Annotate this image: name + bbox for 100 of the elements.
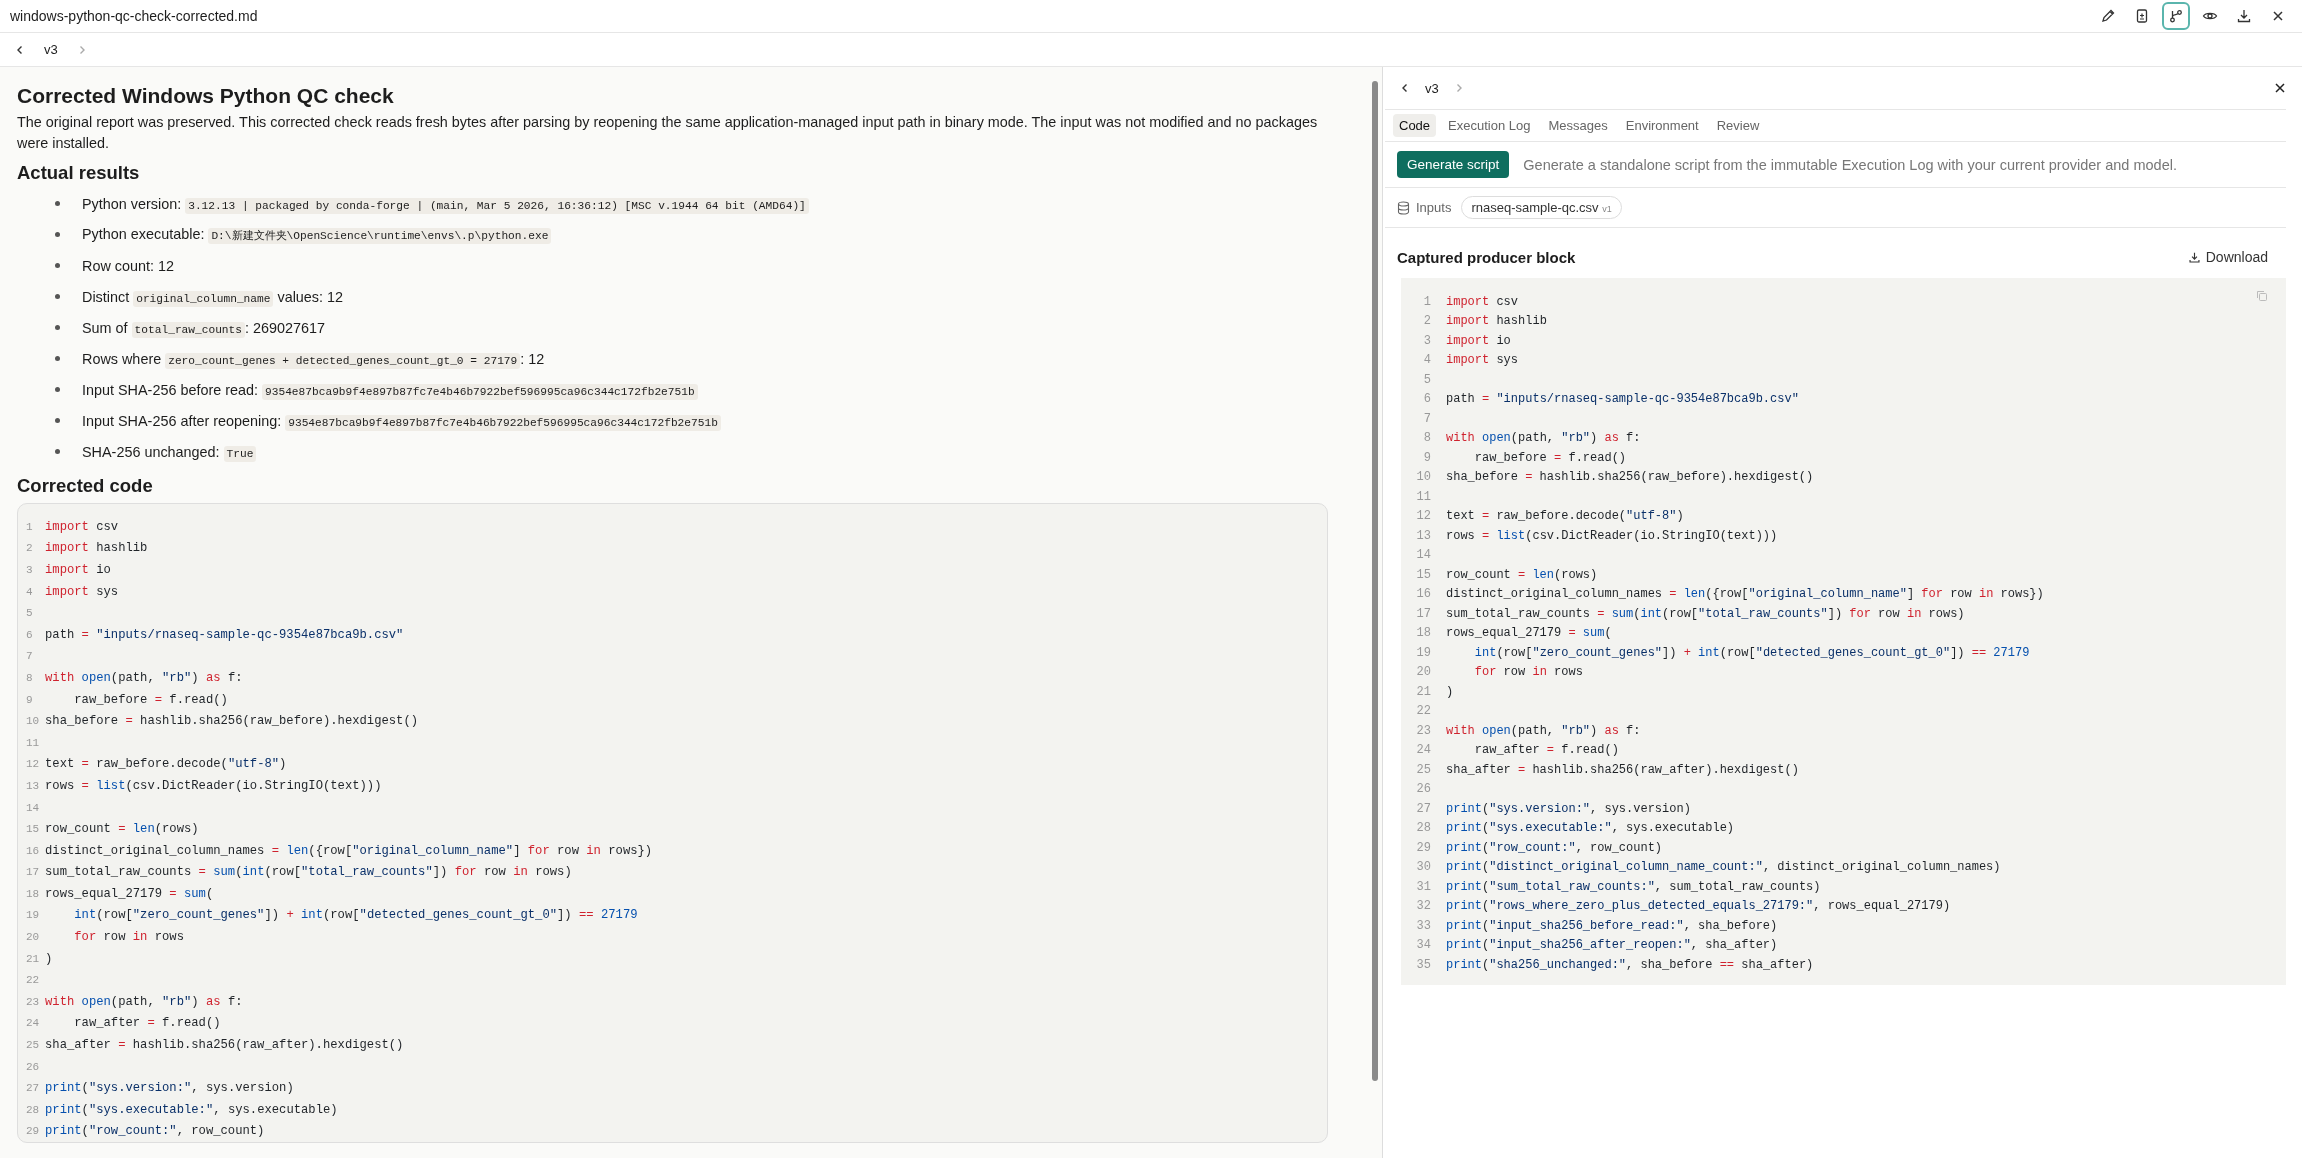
code-line: print("sys.executable:", sys.executable) [45, 1102, 338, 1117]
section-heading: Corrected code [17, 475, 154, 497]
line-number: 8 [26, 671, 34, 684]
line-number: 34 [1415, 938, 1432, 953]
line-number: 3 [1422, 333, 1432, 348]
tab[interactable]: Code [1393, 114, 1437, 137]
line-number: 19 [26, 909, 41, 922]
code-line: print("sys.executable:", sys.executable) [1446, 821, 1735, 836]
line-number: 11 [26, 736, 41, 749]
line-number: 6 [1422, 392, 1432, 407]
code-line: row_count = len(rows) [1446, 567, 1598, 582]
line-number: 31 [1415, 879, 1432, 894]
code-line: distinct_original_column_names = len({row["original_column_name"] for row in rows}) [1446, 587, 2044, 602]
tab[interactable]: Messages [1542, 114, 1614, 137]
line-number: 8 [1422, 431, 1432, 446]
line-number: 22 [1415, 704, 1432, 719]
code-line: path = "inputs/rnaseq-sample-qc-9354e87bca9b.csv" [45, 627, 404, 642]
code-line: sha_after = hashlib.sha256(raw_after).hexdigest() [1446, 762, 1799, 777]
code-line: sha_before = hashlib.sha256(raw_before).hexdigest() [45, 714, 418, 729]
code-line: print("sys.version:", sys.version) [1446, 801, 1691, 816]
line-number: 33 [1415, 918, 1432, 933]
code-line: with open(path, "rb") as f: [45, 670, 243, 685]
line-number: 11 [1415, 489, 1432, 504]
code-line: import csv [45, 519, 119, 534]
line-number: 24 [1415, 743, 1432, 758]
code-line: import csv [1446, 294, 1519, 309]
line-number: 25 [26, 1039, 41, 1052]
result-item: Rows where zero_count_genes + detected_genes_count_gt_0 = 27179 : 12 [82, 350, 545, 367]
code-line: print("sha256_unchanged:", sha_before == sha_after) [1446, 957, 1814, 972]
branch-icon[interactable] [2162, 2, 2190, 30]
line-number: 19 [1415, 645, 1432, 660]
line-number: 29 [26, 1125, 41, 1138]
code-line: sum_total_raw_counts = sum(int(row["total_raw_counts"]) for row in rows) [1446, 606, 1965, 621]
code-line: print("row_count:", row_count) [45, 1124, 265, 1139]
code-line: import io [1446, 333, 1511, 348]
line-number: 32 [1415, 899, 1432, 914]
line-number: 21 [1415, 684, 1432, 699]
line-number: 17 [1415, 606, 1432, 621]
code-line: distinct_original_column_names = len({row["original_column_name"] for row in rows}) [45, 843, 653, 858]
line-number: 28 [1415, 821, 1432, 836]
code-line: sum_total_raw_counts = sum(int(row["total_raw_counts"]) for row in rows) [45, 865, 572, 880]
code-line: import hashlib [1446, 314, 1547, 329]
tab[interactable]: Review [1710, 114, 1766, 137]
line-number: 4 [1422, 353, 1432, 368]
generate-script-button[interactable]: Generate script [1397, 151, 1510, 178]
line-number: 4 [26, 585, 34, 598]
line-number: 22 [26, 974, 41, 987]
line-number: 2 [26, 542, 34, 555]
bullet-icon [55, 201, 60, 206]
code-line: for row in rows [73, 930, 184, 945]
code-line: raw_after = f.read() [73, 1016, 221, 1031]
code-line: row_count = len(rows) [45, 822, 199, 837]
code-line: raw_before = f.read() [1473, 450, 1627, 465]
line-number: 15 [26, 823, 41, 836]
code-line: rows = list(csv.DictReader(io.StringIO(text))) [1446, 528, 1778, 543]
line-number: 5 [26, 607, 34, 620]
download-button[interactable]: Download [2181, 248, 2274, 266]
result-item: Sum of total_raw_counts : 269027617 [82, 319, 326, 336]
line-number: 18 [1415, 626, 1432, 641]
line-number: 12 [1415, 509, 1432, 524]
document-title: Corrected Windows Python QC check [17, 84, 395, 108]
code-line: raw_after = f.read() [1473, 743, 1619, 758]
line-number: 14 [26, 801, 41, 814]
line-number: 13 [1415, 528, 1432, 543]
line-number: 10 [26, 715, 41, 728]
bullet-icon [55, 356, 60, 361]
code-line: ) [1446, 684, 1454, 699]
code-line: int(row["zero_count_genes"]) + int(row["detected_genes_count_gt_0"]) == 27179 [1473, 645, 2030, 660]
line-number: 12 [26, 758, 41, 771]
result-item: Distinct original_column_name values: 12 [82, 288, 344, 305]
tab[interactable]: Execution Log [1442, 114, 1537, 137]
code-line: with open(path, "rb") as f: [45, 994, 243, 1009]
bullet-icon [55, 294, 60, 299]
line-number: 10 [1415, 470, 1432, 485]
line-number: 9 [1422, 450, 1432, 465]
line-number: 14 [1415, 548, 1432, 563]
code-line: for row in rows [1473, 665, 1583, 680]
code-line: print("rows_where_zero_plus_detected_equals_27179:", rows_equal_27179) [1446, 899, 1951, 914]
line-number: 26 [1415, 782, 1432, 797]
line-number: 20 [1415, 665, 1432, 680]
bullet-icon [55, 449, 60, 454]
code-line: sha_before = hashlib.sha256(raw_before).hexdigest() [1446, 470, 1814, 485]
close-icon[interactable] [2274, 82, 2286, 94]
input-file-chip[interactable]: rnaseq-sample-qc.csv v1 [1461, 196, 1622, 219]
line-number: 16 [26, 844, 41, 857]
line-number: 17 [26, 866, 41, 879]
line-number: 3 [26, 564, 34, 576]
result-item: Python executable: D:\新建文件夹\OpenScience\runtime\envs\.p\python.exe [82, 226, 552, 243]
result-item: SHA-256 unchanged: True [82, 443, 257, 460]
code-line: rows_equal_27179 = sum( [1446, 626, 1612, 641]
code-line: print("sum_total_raw_counts:", sum_total_raw_counts) [1446, 879, 1821, 894]
code-line: path = "inputs/rnaseq-sample-qc-9354e87bca9b.csv" [1446, 392, 1799, 407]
line-number: 15 [1415, 567, 1432, 582]
block-title: Captured producer block [1397, 248, 1576, 266]
line-number: 13 [26, 779, 41, 792]
line-number: 2 [1422, 314, 1432, 329]
section-heading: Actual results [17, 162, 141, 184]
tab[interactable]: Environment [1619, 114, 1705, 137]
code-line: print("input_sha256_after_reopen:", sha_after) [1446, 938, 1778, 953]
line-number: 16 [1415, 587, 1432, 602]
